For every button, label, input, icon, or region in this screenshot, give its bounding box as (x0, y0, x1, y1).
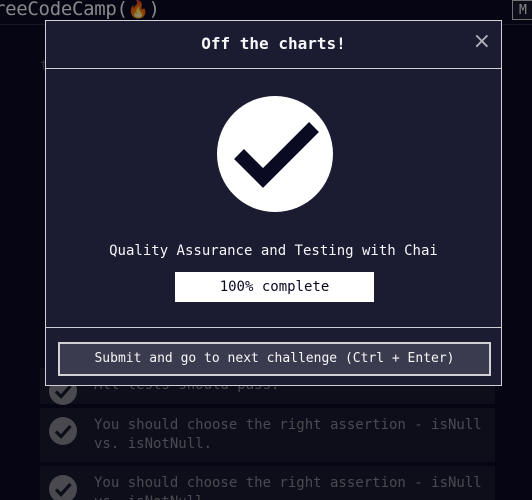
completion-modal: Off the charts! × Quality Assurance and … (45, 20, 502, 386)
page: reeCodeCamp(🔥) M t All tests should pass… (0, 0, 532, 500)
modal-footer: Submit and go to next challenge (Ctrl + … (46, 327, 501, 376)
submit-next-challenge-button[interactable]: Submit and go to next challenge (Ctrl + … (58, 342, 491, 376)
close-button[interactable]: × (473, 29, 491, 54)
success-check-icon (217, 96, 333, 212)
certification-name: Quality Assurance and Testing with Chai (109, 243, 438, 259)
progress-indicator: 100% complete (175, 272, 374, 302)
modal-header: Off the charts! × (46, 21, 501, 69)
modal-title: Off the charts! (201, 34, 346, 53)
